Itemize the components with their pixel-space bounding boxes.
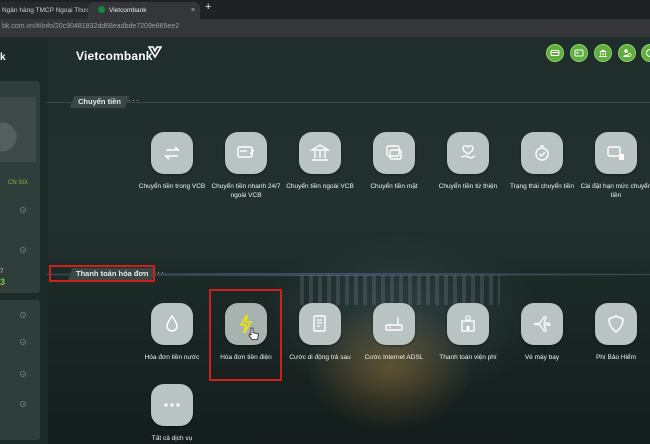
section-title-transfer: Chuyển tiền (69, 96, 130, 108)
card-icon (550, 50, 560, 56)
service-tile-trang-thai-chuyen-tien[interactable]: Trạng thái chuyển tiền (505, 132, 579, 192)
radio-icon[interactable] (20, 207, 26, 213)
limit-settings-icon (607, 146, 624, 160)
mobile-bill-icon (313, 315, 326, 332)
service-tile-chuyen-tien-ngoai-vcb[interactable]: Chuyển tiền ngoài VCB (283, 132, 357, 192)
service-tile-ve-may-bay[interactable]: Vé máy bay (505, 303, 579, 363)
bank-icon (599, 49, 607, 57)
radio-icon[interactable] (20, 247, 26, 253)
service-tile-button[interactable] (373, 132, 415, 174)
vietcombank-logo-icon (147, 46, 163, 59)
radio-icon[interactable] (20, 339, 26, 345)
new-tab-button[interactable]: + (205, 1, 211, 13)
logout-icon (646, 49, 650, 57)
service-tile-label: Chuyển tiền mặt (370, 183, 418, 190)
service-tile-label: Chuyển tiền ngoài VCB (286, 183, 354, 190)
service-tile-button[interactable] (299, 303, 341, 345)
service-tile-label: Cước Internet ADSL (364, 354, 424, 361)
service-tile-label: Vé máy bay (524, 354, 560, 361)
service-tile-tat-ca-dich-vu[interactable]: Tất cả dịch vụ (135, 384, 209, 444)
status-timer-icon (535, 145, 549, 161)
service-tile-button[interactable] (521, 132, 563, 174)
branch-badge: CN SIX (8, 180, 29, 186)
service-tile-chuyen-tien-trong-vcb[interactable]: Chuyển tiền trong VCB (135, 132, 209, 192)
service-tile-label: Phí Bảo Hiểm (595, 354, 637, 361)
sidebar-logo: k (0, 52, 6, 63)
annotation-highlight-electric-bill (209, 289, 282, 381)
service-tile-button[interactable] (225, 132, 267, 174)
swap-arrows-icon (164, 146, 180, 160)
browser-tab-vietcombank[interactable]: Vietcombank × (88, 2, 200, 19)
service-tile-hoa-don-tien-nuoc[interactable]: Hóa đơn tiền nước (135, 303, 209, 363)
service-tile-phi-bao-hiem[interactable]: Phí Bảo Hiểm (579, 303, 650, 363)
service-tile-label: Tất cả dịch vụ (151, 435, 193, 442)
tab-title: Ngân hàng TMCP Ngoại Thương (2, 7, 98, 14)
service-tile-button[interactable] (447, 303, 489, 345)
service-tile-button[interactable] (595, 132, 637, 174)
radio-icon[interactable] (20, 312, 26, 318)
service-tile-chuyen-tien-tu-thien[interactable]: Chuyển tiền từ thiện (431, 132, 505, 192)
service-tile-cuoc-di-dong-tra-sau[interactable]: Cước di động trả sau (283, 303, 357, 363)
city-skyline (300, 275, 500, 305)
service-tile-button[interactable] (151, 132, 193, 174)
service-tile-label: Cài đặt hạn mức chuyển tiền (580, 183, 650, 199)
service-tile-button[interactable] (151, 384, 193, 426)
service-tile-cai-dat-han-muc-chuyen-tien[interactable]: Cài đặt hạn mức chuyển tiền (579, 132, 650, 200)
url-text[interactable]: bk.com.vn/#/info/20c90481832dd68eadbde72… (2, 23, 179, 30)
payment-card-icon (574, 49, 584, 57)
service-tile-button[interactable] (447, 132, 489, 174)
router-icon (385, 317, 403, 331)
service-tile-label: Chuyển tiền trong VCB (138, 183, 206, 190)
water-drop-icon (166, 314, 178, 332)
left-sidebar: k CN SIX 7 3 (0, 37, 48, 444)
card-button[interactable] (546, 44, 564, 62)
service-tile-thanh-toan-vien-phi[interactable]: Thanh toán viện phí (431, 303, 505, 363)
radio-icon[interactable] (20, 371, 26, 377)
bank-building-icon (310, 144, 330, 161)
service-tile-chuyen-tien-mat[interactable]: Chuyển tiền mặt (357, 132, 431, 192)
favicon-icon (98, 6, 105, 13)
brand-name[interactable]: Vietcombank (76, 49, 153, 63)
service-tile-label: Chuyển tiền từ thiện (438, 183, 498, 190)
service-tile-label: Hóa đơn tiền nước (144, 354, 200, 361)
more-dots-icon (164, 403, 180, 407)
annotation-highlight-section (49, 265, 155, 282)
section-more-icon[interactable]: ··· (128, 95, 140, 105)
service-tile-label: Cước di động trả sau (289, 354, 351, 361)
service-tile-label: Chuyển tiền nhanh 24/7 ngoài VCB (211, 183, 281, 199)
service-tile-button[interactable] (373, 303, 415, 345)
user-settings-icon (623, 49, 632, 57)
address-bar[interactable]: bk.com.vn/#/info/20c90481832dd68eadbde72… (0, 19, 650, 37)
tab-close-icon[interactable]: × (191, 2, 195, 19)
account-card[interactable] (0, 168, 40, 293)
user-settings-button[interactable] (618, 44, 636, 62)
sidebar-number-value: 3 (0, 277, 6, 287)
service-tile-button[interactable] (521, 303, 563, 345)
hand-cursor-icon (248, 327, 259, 340)
service-tile-button[interactable] (151, 303, 193, 345)
browser-tab-bar: Ngân hàng TMCP Ngoại Thương × Vietcomban… (0, 0, 650, 19)
cash-window-icon (386, 145, 402, 160)
avatar (0, 97, 36, 162)
service-tile-label: Thanh toán viện phí (439, 354, 497, 361)
sidebar-number-label: 7 (0, 269, 4, 275)
service-tile-button[interactable] (299, 132, 341, 174)
tab-title: Vietcombank (109, 7, 147, 14)
airplane-icon (533, 316, 552, 332)
service-tile-button[interactable] (595, 303, 637, 345)
service-tile-label: Trạng thái chuyển tiền (509, 183, 575, 190)
hospital-icon (461, 315, 475, 332)
payment-card-button[interactable] (570, 44, 588, 62)
service-tile-cuoc-internet-adsl[interactable]: Cước Internet ADSL (357, 303, 431, 363)
shield-icon (608, 315, 624, 333)
charity-hand-icon (460, 145, 476, 159)
menu-card (0, 300, 40, 440)
service-tile-chuyen-tien-nhanh-24-7-ngoai-vcb[interactable]: Chuyển tiền nhanh 24/7 ngoài VCB (209, 132, 283, 200)
bank-button[interactable] (594, 44, 612, 62)
fast-card-icon (237, 146, 255, 158)
radio-icon[interactable] (20, 401, 26, 407)
